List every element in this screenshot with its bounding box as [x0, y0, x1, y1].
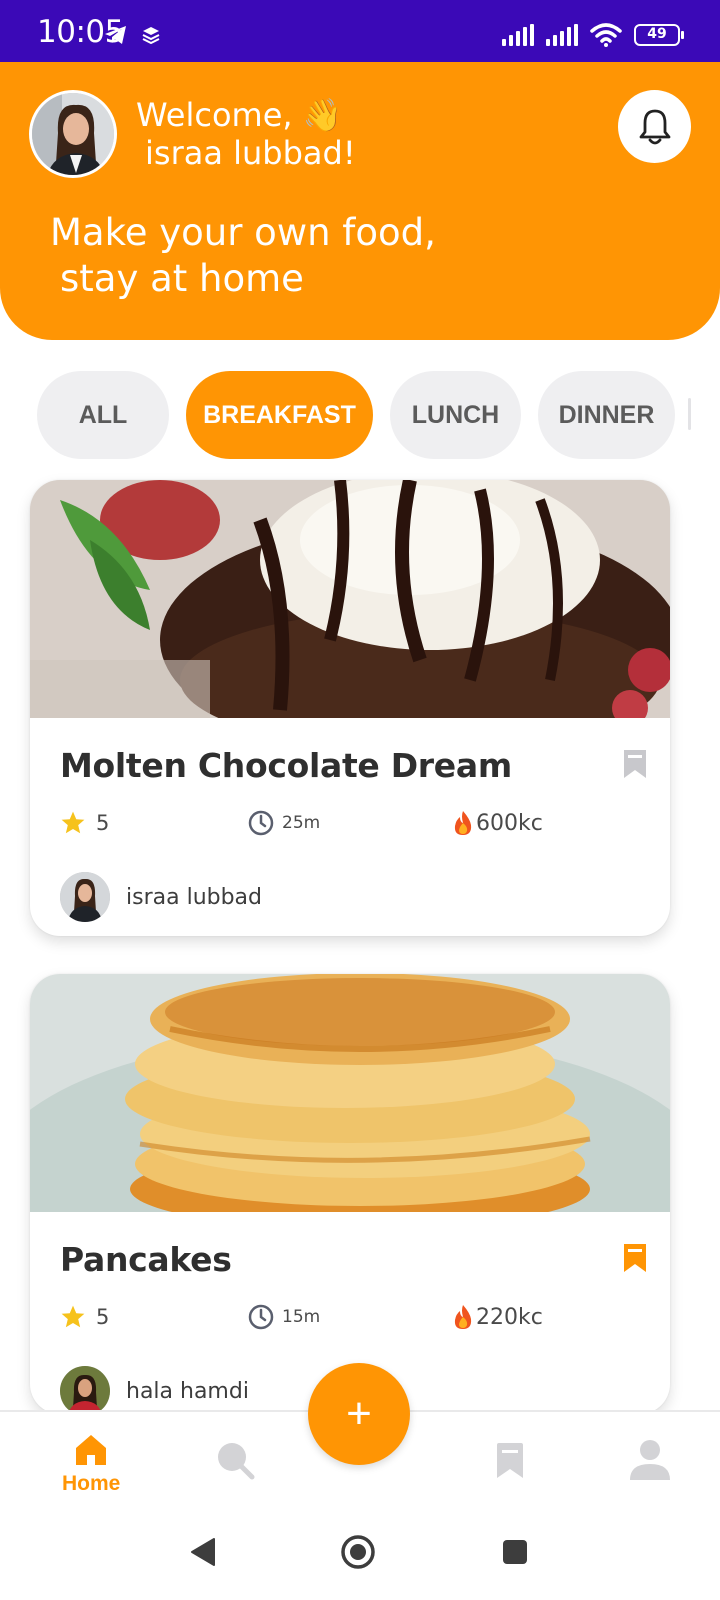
bookmark-icon[interactable]: [622, 748, 648, 780]
rating-value: 5: [96, 811, 110, 835]
cook-time-value: 15m: [282, 1307, 321, 1327]
wifi-icon: [590, 23, 622, 47]
bookmark-icon-active[interactable]: [622, 1242, 648, 1274]
tagline-line-1: Make your own food,: [50, 211, 436, 254]
rating-value: 5: [96, 1305, 110, 1329]
chip-all[interactable]: ALL: [37, 371, 169, 459]
status-notification-icons: [104, 25, 160, 45]
nav-saved[interactable]: [495, 1442, 525, 1480]
home-icon: [76, 1435, 107, 1465]
nav-profile[interactable]: [628, 1438, 672, 1482]
recipe-author[interactable]: israa lubbad: [60, 872, 262, 922]
nav-home[interactable]: Home: [62, 1432, 120, 1496]
recipe-title: Molten Chocolate Dream: [60, 746, 512, 785]
profile-icon: [630, 1440, 670, 1480]
header: Welcome, 👋 israa lubbad! Make your own f…: [0, 62, 720, 340]
recipe-title: Pancakes: [60, 1240, 232, 1279]
star-icon: [61, 811, 85, 834]
cook-time: 15m: [248, 1304, 320, 1330]
fire-icon: [454, 1305, 472, 1329]
calories: 600kc: [452, 810, 543, 836]
author-avatar: [60, 1366, 110, 1414]
notifications-button[interactable]: [618, 90, 691, 163]
recipe-card[interactable]: Molten Chocolate Dream 5 25m 600kc israa…: [30, 480, 670, 936]
system-nav-bar: [0, 1515, 720, 1600]
author-avatar: [60, 872, 110, 922]
calories-value: 600kc: [476, 810, 543, 836]
rating: 5: [60, 810, 109, 836]
chip-breakfast[interactable]: BREAKFAST: [186, 371, 373, 459]
calories-value: 220kc: [476, 1304, 543, 1330]
recipe-image[interactable]: [30, 480, 670, 718]
bell-icon: [639, 109, 670, 144]
back-icon[interactable]: [188, 1537, 216, 1567]
welcome-greeting: Welcome, 👋: [136, 96, 343, 134]
chip-lunch[interactable]: LUNCH: [390, 371, 521, 459]
signal-icon: [502, 24, 534, 46]
chip-dinner[interactable]: DINNER: [538, 371, 675, 459]
welcome-text: Welcome, 👋 israa lubbad!: [136, 96, 356, 172]
chip-next-edge[interactable]: [688, 398, 691, 430]
home-circle-icon[interactable]: [340, 1534, 376, 1570]
author-name: israa lubbad: [126, 884, 263, 910]
search-icon: [218, 1443, 255, 1480]
author-name: hala hamdi: [126, 1378, 249, 1404]
bookmark-nav-icon: [497, 1443, 523, 1478]
recipe-image[interactable]: [30, 974, 670, 1212]
recipe-card[interactable]: Pancakes 5 15m 220kc hala hamdi: [30, 974, 670, 1414]
rating: 5: [60, 1304, 109, 1330]
nav-home-label: Home: [62, 1472, 121, 1495]
calories: 220kc: [452, 1304, 543, 1330]
recents-icon[interactable]: [502, 1539, 528, 1565]
recipe-meta: 5 15m 220kc: [60, 1304, 660, 1334]
layers-icon: [142, 27, 160, 44]
recipe-author[interactable]: hala hamdi: [60, 1366, 249, 1414]
recipe-meta: 5 25m 600kc: [60, 810, 660, 840]
add-recipe-button[interactable]: +: [308, 1363, 410, 1465]
telegram-icon: [105, 26, 126, 44]
tagline-line-2: stay at home: [60, 257, 304, 300]
fire-icon: [454, 811, 472, 835]
signal-icon-2: [546, 24, 578, 46]
cook-time: 25m: [248, 810, 320, 836]
star-icon: [61, 1305, 85, 1328]
clock-icon: [248, 1304, 274, 1330]
header-tagline: Make your own food, stay at home: [50, 210, 436, 302]
status-bar: 10:05 49: [0, 0, 720, 62]
battery-icon: 49: [634, 24, 684, 46]
clock-icon: [248, 810, 274, 836]
user-avatar[interactable]: [29, 90, 117, 178]
category-chips: ALL BREAKFAST LUNCH DINNER: [37, 371, 675, 459]
nav-search[interactable]: [215, 1440, 255, 1480]
cook-time-value: 25m: [282, 813, 321, 833]
status-system-icons: 49: [502, 23, 684, 47]
welcome-user-name: israa lubbad!: [145, 134, 356, 172]
